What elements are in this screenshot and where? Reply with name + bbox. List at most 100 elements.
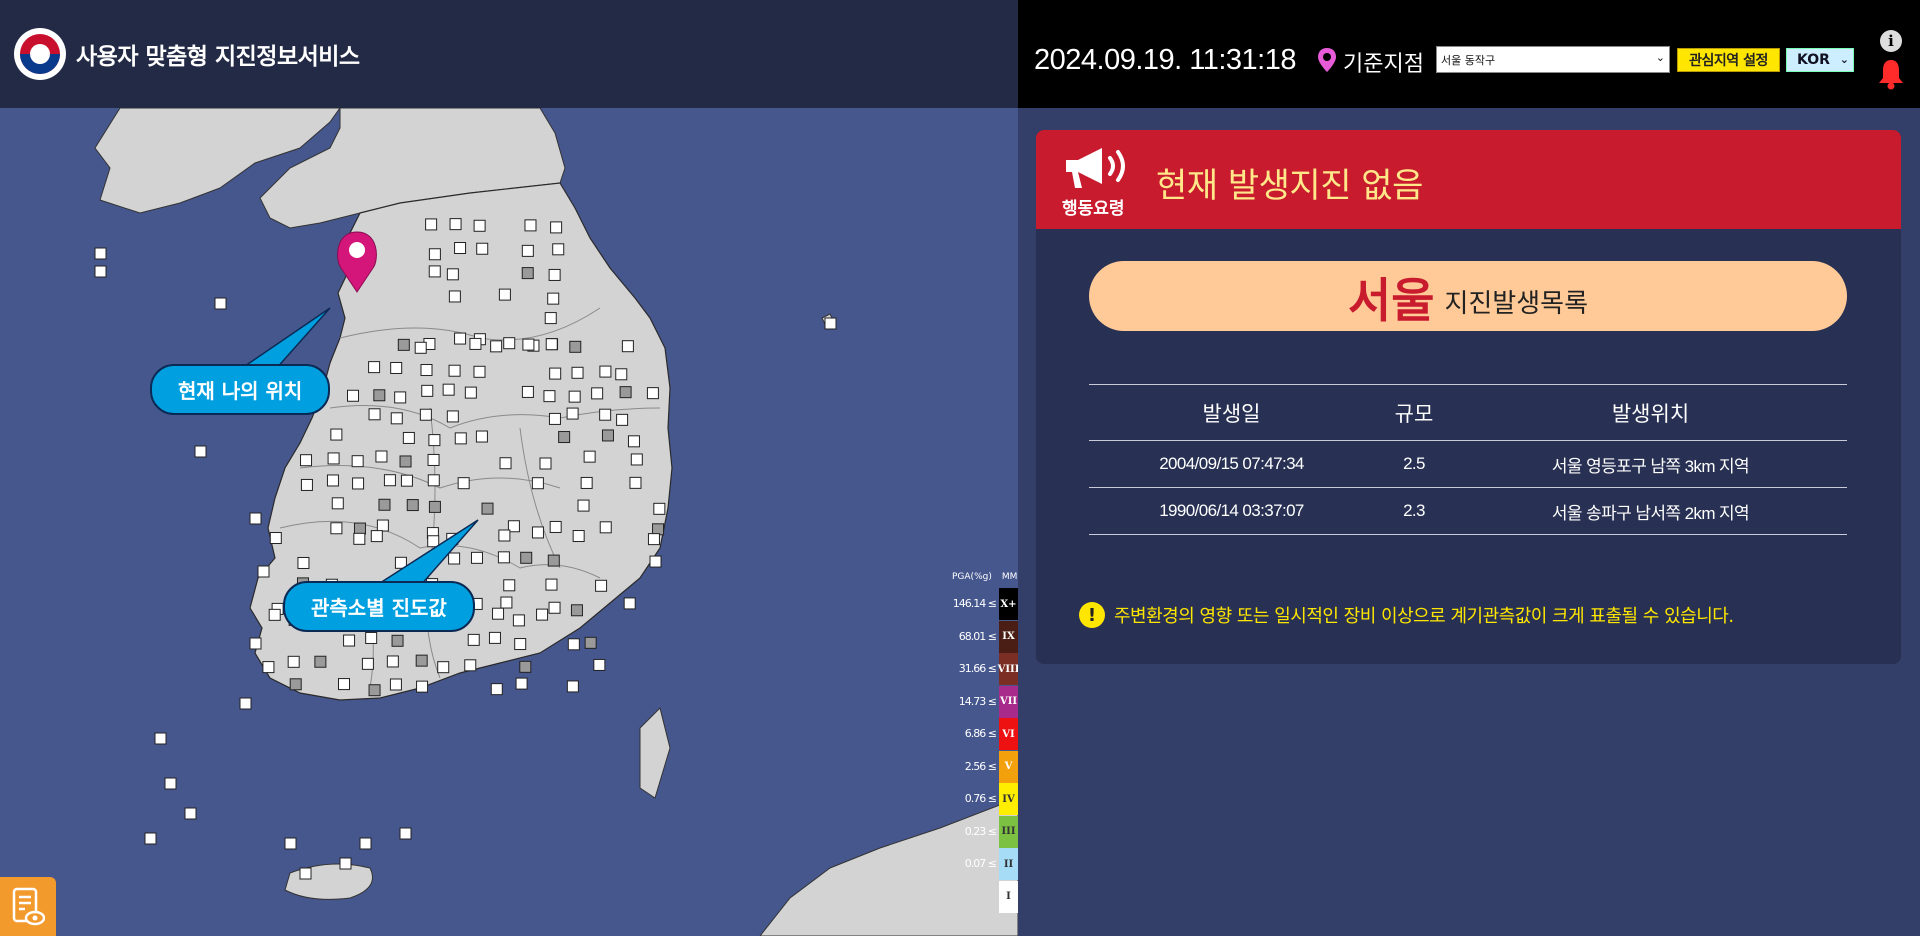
station-marker[interactable] — [368, 408, 381, 421]
station-marker[interactable] — [473, 219, 486, 232]
station-marker[interactable] — [464, 659, 477, 672]
station-marker[interactable] — [402, 431, 415, 444]
station-marker[interactable] — [249, 637, 262, 650]
station-marker[interactable] — [514, 638, 527, 651]
station-marker[interactable] — [824, 317, 837, 330]
station-marker[interactable] — [619, 386, 632, 399]
station-marker[interactable] — [497, 551, 510, 564]
base-location-select[interactable]: 서울 동작구 ⌄ — [1436, 46, 1670, 73]
station-marker[interactable] — [446, 410, 459, 423]
station-marker[interactable] — [550, 221, 563, 234]
station-marker[interactable] — [448, 364, 461, 377]
station-marker[interactable] — [351, 455, 364, 468]
station-marker[interactable] — [503, 579, 516, 592]
station-marker[interactable] — [365, 631, 378, 644]
station-marker[interactable] — [421, 384, 434, 397]
station-marker[interactable] — [339, 857, 352, 870]
language-select[interactable]: KOR ⌄ — [1786, 48, 1854, 72]
station-marker[interactable] — [361, 657, 374, 670]
station-marker[interactable] — [284, 837, 297, 850]
station-marker[interactable] — [331, 497, 344, 510]
station-marker[interactable] — [490, 340, 503, 353]
station-marker[interactable] — [269, 532, 282, 545]
station-marker[interactable] — [475, 430, 488, 443]
station-marker[interactable] — [498, 529, 511, 542]
station-marker[interactable] — [499, 457, 512, 470]
station-marker[interactable] — [548, 601, 561, 614]
station-marker[interactable] — [649, 555, 662, 568]
station-marker[interactable] — [330, 522, 343, 535]
station-marker[interactable] — [391, 634, 404, 647]
station-marker[interactable] — [566, 407, 579, 420]
station-marker[interactable] — [547, 292, 560, 305]
station-marker[interactable] — [368, 361, 381, 374]
station-marker[interactable] — [383, 474, 396, 487]
station-marker[interactable] — [490, 683, 503, 696]
station-marker[interactable] — [498, 288, 511, 301]
station-marker[interactable] — [373, 389, 386, 402]
station-marker[interactable] — [591, 387, 604, 400]
station-marker[interactable] — [572, 530, 585, 543]
station-marker[interactable] — [94, 247, 107, 260]
station-marker[interactable] — [257, 565, 270, 578]
station-marker[interactable] — [545, 578, 558, 591]
station-marker[interactable] — [330, 428, 343, 441]
station-marker[interactable] — [368, 684, 381, 697]
station-marker[interactable] — [467, 633, 480, 646]
megaphone-icon[interactable] — [1062, 144, 1134, 192]
station-marker[interactable] — [268, 608, 281, 621]
station-marker[interactable] — [616, 413, 629, 426]
station-marker[interactable] — [239, 697, 252, 710]
station-marker[interactable] — [520, 551, 533, 564]
station-marker[interactable] — [531, 526, 544, 539]
station-marker[interactable] — [378, 498, 391, 511]
station-marker[interactable] — [397, 338, 410, 351]
station-marker[interactable] — [370, 530, 383, 543]
station-marker[interactable] — [375, 450, 388, 463]
station-marker[interactable] — [519, 660, 532, 673]
station-marker[interactable] — [599, 521, 612, 534]
station-marker[interactable] — [464, 386, 477, 399]
station-marker[interactable] — [492, 607, 505, 620]
station-marker[interactable] — [425, 218, 438, 231]
station-marker[interactable] — [647, 533, 660, 546]
station-marker[interactable] — [449, 218, 462, 231]
station-marker[interactable] — [548, 412, 561, 425]
station-marker[interactable] — [446, 268, 459, 281]
station-marker[interactable] — [262, 661, 275, 674]
station-marker[interactable] — [428, 265, 441, 278]
station-marker[interactable] — [419, 408, 432, 421]
station-marker[interactable] — [314, 655, 327, 668]
station-marker[interactable] — [521, 267, 534, 280]
station-marker[interactable] — [566, 680, 579, 693]
station-marker[interactable] — [154, 732, 167, 745]
station-marker[interactable] — [194, 445, 207, 458]
station-marker[interactable] — [503, 337, 516, 350]
station-marker[interactable] — [470, 551, 483, 564]
station-marker[interactable] — [386, 655, 399, 668]
station-marker[interactable] — [522, 338, 535, 351]
station-marker[interactable] — [548, 268, 561, 281]
station-marker[interactable] — [544, 312, 557, 325]
station-marker[interactable] — [569, 340, 582, 353]
station-marker[interactable] — [347, 389, 360, 402]
station-marker[interactable] — [547, 554, 560, 567]
station-marker[interactable] — [420, 364, 433, 377]
station-marker[interactable] — [352, 477, 365, 490]
station-marker[interactable] — [428, 434, 441, 447]
station-marker[interactable] — [621, 340, 634, 353]
station-marker[interactable] — [406, 499, 419, 512]
station-marker[interactable] — [539, 457, 552, 470]
station-marker[interactable] — [214, 297, 227, 310]
station-marker[interactable] — [299, 867, 312, 880]
station-marker[interactable] — [390, 361, 403, 374]
korea-map-svg[interactable] — [0, 108, 1018, 936]
station-marker[interactable] — [481, 502, 494, 515]
action-guide-label[interactable]: 행동요령 — [1062, 194, 1125, 219]
station-marker[interactable] — [473, 365, 486, 378]
station-marker[interactable] — [448, 552, 461, 565]
table-row[interactable]: 2004/09/15 07:47:34 2.5 서울 영등포구 남쪽 3km 지… — [1089, 440, 1847, 488]
station-marker[interactable] — [400, 474, 413, 487]
station-marker[interactable] — [249, 512, 262, 525]
station-marker[interactable] — [623, 597, 636, 610]
